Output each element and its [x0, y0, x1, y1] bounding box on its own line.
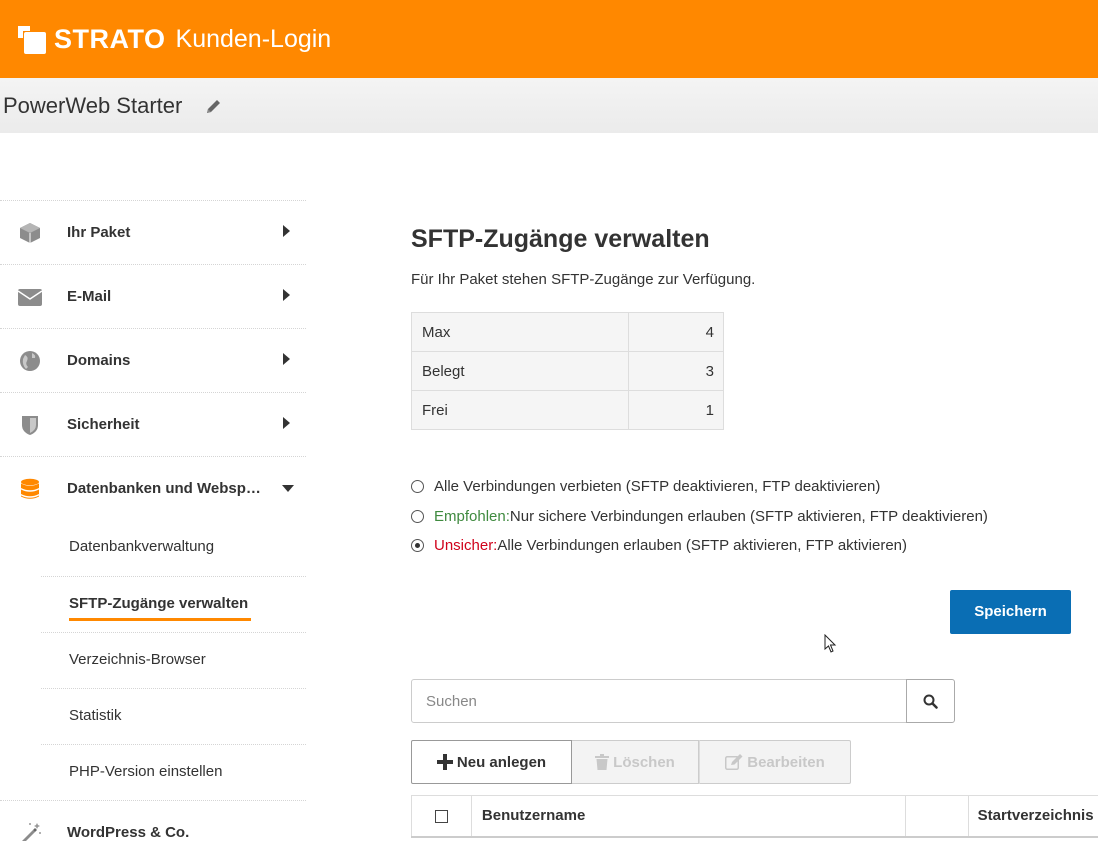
quota-key: Frei: [411, 390, 629, 430]
globe-icon: [20, 351, 40, 371]
column-header-startdir[interactable]: Startverzeichnis: [967, 795, 1098, 838]
delete-button[interactable]: Löschen: [572, 740, 699, 784]
caret-right-icon: [283, 353, 290, 365]
sidebar-subitem-label: Verzeichnis-Browser: [69, 651, 206, 668]
sidebar-item-label: Domains: [67, 352, 131, 369]
sidebar-item-label: WordPress & Co.: [67, 824, 190, 841]
top-header: STRATO Kunden-Login: [0, 0, 1098, 78]
recommended-label: Empfohlen:: [434, 507, 510, 525]
caret-right-icon: [283, 417, 290, 429]
sidebar-item-wordpress[interactable]: WordPress & Co.: [0, 800, 306, 841]
quota-value: 4: [628, 312, 724, 352]
box-icon: [20, 223, 40, 243]
sidebar-item-sicherheit[interactable]: Sicherheit: [0, 392, 306, 456]
search-input[interactable]: [411, 679, 907, 723]
brand-name: STRATO: [54, 24, 166, 54]
sidebar-subitem-sftp[interactable]: SFTP-Zugänge verwalten: [41, 576, 306, 632]
table-row: Frei 1: [411, 390, 724, 430]
table-row: Belegt 3: [411, 351, 724, 391]
table-header-row: Benutzername Startverzeichnis: [411, 795, 1098, 838]
quota-value: 1: [628, 390, 724, 430]
quota-table: Max 4 Belegt 3 Frei 1: [411, 312, 724, 430]
header-title: Kunden-Login: [175, 25, 332, 53]
pencil-icon[interactable]: [205, 97, 223, 115]
sidebar-subitem-statistik[interactable]: Statistik: [41, 688, 306, 744]
edit-button[interactable]: Bearbeiten: [699, 740, 851, 784]
delete-label: Löschen: [613, 753, 675, 771]
sidebar-subitem-label: Statistik: [69, 707, 122, 724]
sidebar-item-label: Ihr Paket: [67, 224, 131, 241]
sidebar-item-email[interactable]: E-Mail: [0, 264, 306, 328]
caret-down-icon: [282, 485, 294, 492]
database-icon: [21, 478, 39, 499]
package-bar: PowerWeb Starter: [0, 78, 1098, 133]
shield-icon: [22, 416, 38, 435]
column-header-blank: [905, 795, 969, 838]
radio-label: Alle Verbindungen verbieten (SFTP deakti…: [434, 478, 881, 495]
quota-key: Belegt: [411, 351, 629, 391]
search-bar: [411, 679, 955, 723]
mouse-cursor-icon: [824, 634, 837, 653]
logo-mark-icon: [18, 25, 48, 54]
unsafe-label: Unsicher:: [434, 537, 498, 554]
sidebar-subitem-verzeichnis-browser[interactable]: Verzeichnis-Browser: [41, 632, 306, 688]
add-user-label: Neu anlegen: [456, 753, 547, 771]
radio-label: Nur sichere Verbindungen erlauben (SFTP …: [509, 507, 988, 525]
radio-button[interactable]: [411, 509, 424, 523]
search-button[interactable]: [906, 679, 955, 723]
sidebar: Ihr Paket E-Mail Domains Sicherheit Date…: [0, 200, 306, 841]
page-title: SFTP-Zugänge verwalten: [411, 225, 710, 253]
radio-label: Alle Verbindungen erlauben (SFTP aktivie…: [497, 537, 908, 554]
envelope-icon: [18, 289, 42, 306]
sidebar-item-paket[interactable]: Ihr Paket: [0, 200, 306, 264]
sidebar-subitem-label: Datenbankverwaltung: [69, 538, 215, 555]
sidebar-item-domains[interactable]: Domains: [0, 328, 306, 392]
edit-icon: [725, 754, 743, 770]
add-user-button[interactable]: Neu anlegen: [411, 740, 572, 784]
radio-option-block-all[interactable]: Alle Verbindungen verbieten (SFTP deakti…: [411, 478, 988, 508]
sftp-users-table: Benutzername Startverzeichnis: [411, 795, 1098, 838]
package-name: PowerWeb Starter: [3, 93, 183, 118]
sidebar-subitem-label: PHP-Version einstellen: [69, 763, 223, 780]
search-icon: [923, 694, 938, 709]
radio-button-selected[interactable]: [411, 539, 424, 552]
plus-icon: [436, 754, 453, 770]
quota-key: Max: [411, 312, 629, 352]
active-underline: [69, 618, 251, 621]
sidebar-item-label: Sicherheit: [67, 416, 140, 433]
radio-option-unsafe[interactable]: Unsicher: Alle Verbindungen erlauben (SF…: [411, 537, 988, 567]
sidebar-item-label: Datenbanken und Websp…: [67, 480, 261, 497]
quota-value: 3: [628, 351, 724, 391]
page-description: Für Ihr Paket stehen SFTP-Zugänge zur Ve…: [411, 271, 756, 288]
caret-right-icon: [283, 289, 290, 301]
trash-icon: [595, 754, 610, 770]
sidebar-item-datenbanken[interactable]: Datenbanken und Websp…: [0, 456, 306, 520]
user-toolbar: Neu anlegen Löschen Bearbeiten: [411, 740, 851, 784]
strato-logo[interactable]: STRATO Kunden-Login: [18, 24, 331, 55]
select-all-cell: [411, 795, 472, 838]
table-row: Max 4: [411, 312, 724, 352]
radio-option-recommended[interactable]: Empfohlen: Nur sichere Verbindungen erla…: [411, 508, 988, 538]
column-header-username[interactable]: Benutzername: [470, 795, 907, 838]
sidebar-subitem-php-version[interactable]: PHP-Version einstellen: [41, 744, 306, 800]
sidebar-sublist: Datenbankverwaltung SFTP-Zugänge verwalt…: [41, 520, 306, 800]
connection-options: Alle Verbindungen verbieten (SFTP deakti…: [411, 478, 988, 567]
select-all-checkbox[interactable]: [434, 809, 448, 823]
edit-label: Bearbeiten: [747, 753, 825, 771]
magic-wand-icon: [22, 823, 41, 841]
save-button[interactable]: Speichern: [950, 590, 1071, 634]
sidebar-item-label: E-Mail: [67, 288, 112, 305]
sidebar-subitem-label: SFTP-Zugänge verwalten: [69, 595, 249, 612]
caret-right-icon: [283, 225, 290, 237]
radio-button[interactable]: [411, 480, 424, 493]
sidebar-subitem-datenbankverwaltung[interactable]: Datenbankverwaltung: [41, 520, 306, 576]
